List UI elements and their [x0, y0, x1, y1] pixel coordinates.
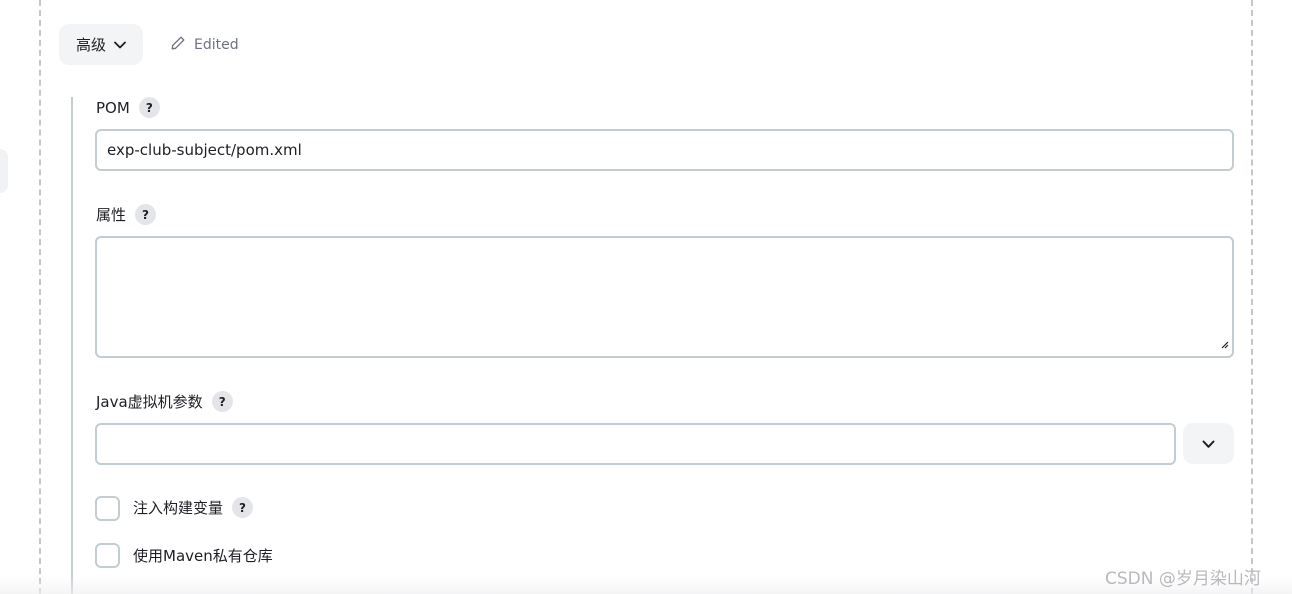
jvm-options-expand-button[interactable] — [1183, 423, 1234, 464]
jvm-options-label-row: Java虚拟机参数 ? — [96, 391, 233, 412]
private-maven-repo-label[interactable]: 使用Maven私有仓库 — [133, 545, 273, 566]
jvm-options-help-icon[interactable]: ? — [211, 391, 233, 412]
properties-textarea[interactable] — [95, 236, 1234, 358]
jvm-options-input[interactable] — [95, 423, 1176, 465]
pom-label-row: POM ? — [96, 97, 160, 118]
properties-help-icon[interactable]: ? — [135, 204, 157, 225]
section-border-left — [39, 0, 41, 594]
pom-label: POM — [96, 98, 130, 117]
chevron-down-icon — [114, 41, 126, 49]
properties-label: 属性 — [96, 206, 127, 224]
private-maven-repo-checkbox[interactable] — [95, 543, 120, 568]
pencil-icon — [170, 35, 186, 55]
advanced-toggle-button[interactable]: 高级 — [59, 24, 143, 65]
pom-help-icon[interactable]: ? — [138, 97, 160, 118]
chevron-down-icon — [1202, 434, 1215, 453]
inject-build-vars-checkbox[interactable] — [95, 496, 120, 521]
inject-build-vars-label[interactable]: 注入构建变量 — [133, 497, 223, 518]
side-tab[interactable] — [0, 149, 8, 193]
inject-build-vars-label-row: 注入构建变量 ? — [133, 497, 254, 518]
resize-grip-icon[interactable] — [1220, 334, 1229, 353]
watermark: CSDN @岁月染山河 — [1105, 569, 1261, 589]
inject-build-vars-help-icon[interactable]: ? — [232, 497, 254, 518]
jvm-options-label: Java虚拟机参数 — [96, 393, 203, 411]
advanced-section-rule — [71, 97, 73, 594]
properties-label-row: 属性 ? — [96, 204, 157, 225]
private-maven-repo-label-row: 使用Maven私有仓库 — [133, 545, 273, 566]
section-border-right — [1251, 0, 1253, 594]
advanced-toggle-label: 高级 — [75, 36, 106, 54]
edited-label: Edited — [194, 37, 239, 53]
bottom-fade — [0, 576, 1292, 594]
edited-indicator: Edited — [170, 34, 239, 56]
pom-input[interactable] — [95, 129, 1234, 171]
